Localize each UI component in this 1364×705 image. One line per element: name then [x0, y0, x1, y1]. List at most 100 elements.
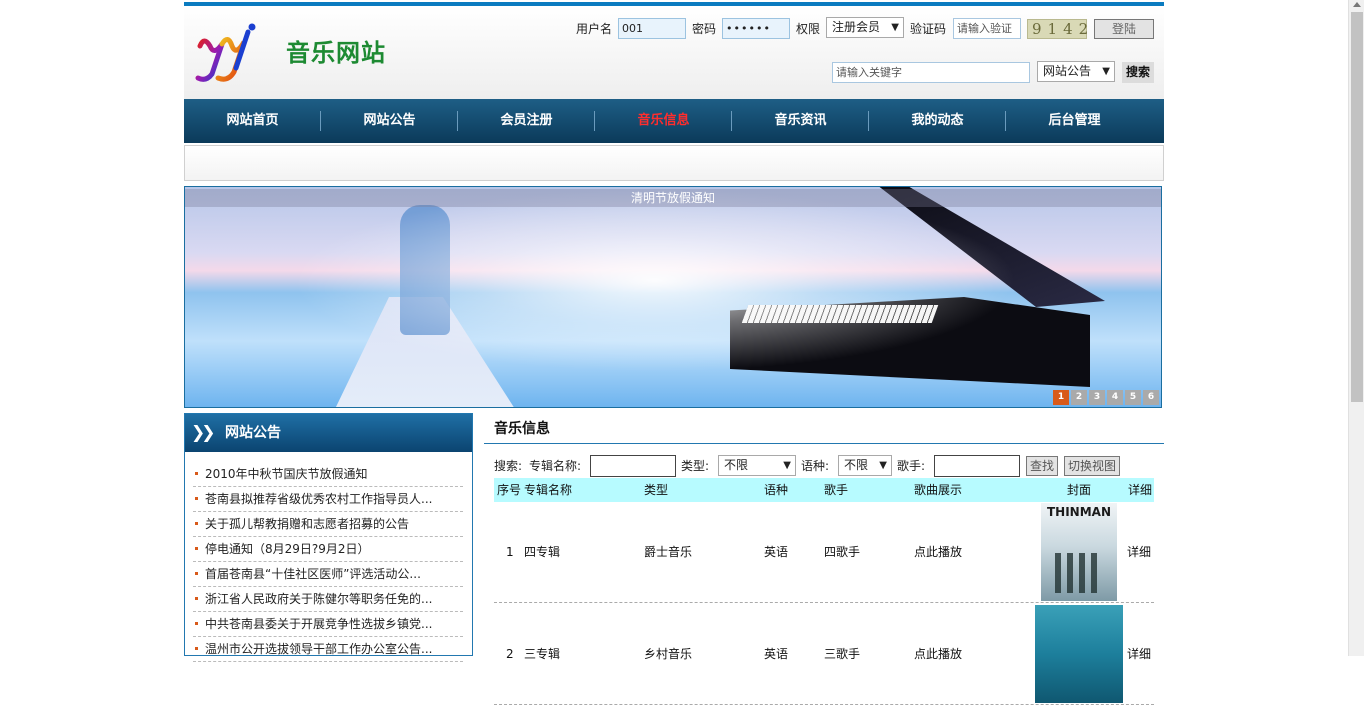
- notice-item[interactable]: 中共苍南县委关于开展竞争性选拔乡镇党...: [193, 612, 463, 637]
- notice-item[interactable]: 温州市公开选拔领导干部工作办公室公告...: [193, 637, 463, 662]
- album-name: 四专辑: [524, 545, 561, 559]
- bullet-icon: [195, 572, 198, 575]
- banner-caption[interactable]: 清明节放假通知: [185, 189, 1161, 207]
- nav-item-music-info[interactable]: 音乐信息: [595, 99, 732, 143]
- find-button[interactable]: 查找: [1026, 456, 1058, 476]
- bullet-icon: [195, 497, 198, 500]
- notice-item[interactable]: 苍南县拟推荐省级优秀农村工作指导员人...: [193, 487, 463, 512]
- column-header: 语种: [764, 483, 789, 497]
- double-chevron-right-icon: ❯❯: [191, 423, 215, 443]
- site-logo[interactable]: [192, 22, 264, 84]
- nav-label: 我的动态: [911, 113, 964, 128]
- album-name-label: 专辑名称:: [529, 459, 582, 473]
- site-title: 音乐网站: [286, 38, 386, 67]
- music-info-header: 音乐信息: [484, 414, 1164, 444]
- play-link[interactable]: 点此播放: [914, 542, 962, 562]
- notice-item[interactable]: 2010年中秋节国庆节放假通知: [193, 462, 463, 487]
- captcha-input[interactable]: 请输入验证: [953, 18, 1021, 39]
- notice-text: 中共苍南县委关于开展竞争性选拔乡镇党...: [205, 617, 433, 631]
- username-field[interactable]: 001: [618, 18, 686, 39]
- nav-label: 会员注册: [500, 113, 553, 128]
- bullet-icon: [195, 622, 198, 625]
- banner-slideshow[interactable]: 清明节放假通知 1 2 3 4 5 6: [184, 186, 1162, 408]
- search-label: 搜索:: [494, 459, 523, 473]
- bullet-icon: [195, 472, 198, 475]
- role-label: 权限: [796, 22, 821, 36]
- header: 音乐网站 用户名 001 密码 •••••• 权限 注册会员 ▼ 验证码 请输入…: [184, 6, 1164, 99]
- username-label: 用户名: [576, 22, 613, 36]
- notice-text: 首届苍南县“十佳社区医师”评选活动公...: [205, 567, 421, 581]
- type-select[interactable]: 不限 ▼: [718, 455, 796, 476]
- singer-input[interactable]: [934, 455, 1020, 477]
- music-type: 爵士音乐: [644, 545, 693, 559]
- vertical-scrollbar[interactable]: [1348, 0, 1364, 656]
- column-header: 封面: [1067, 483, 1092, 497]
- nav-item-notices[interactable]: 网站公告: [321, 99, 458, 143]
- notice-list: 2010年中秋节国庆节放假通知 苍南县拟推荐省级优秀农村工作指导员人... 关于…: [193, 462, 463, 662]
- singer-name: 三歌手: [824, 647, 861, 661]
- play-link[interactable]: 点此播放: [914, 644, 962, 664]
- role-select[interactable]: 注册会员 ▼: [826, 17, 904, 38]
- language-select-value: 不限: [844, 458, 869, 472]
- bullet-icon: [195, 647, 198, 650]
- nav-label: 后台管理: [1048, 113, 1101, 128]
- type-label: 类型:: [681, 459, 710, 473]
- notice-item[interactable]: 关于孤儿帮教捐赠和志愿者招募的公告: [193, 512, 463, 537]
- row-number: 1: [506, 545, 514, 559]
- language-select[interactable]: 不限 ▼: [838, 455, 892, 476]
- nav-label: 音乐资讯: [774, 113, 827, 128]
- notice-text: 关于孤儿帮教捐赠和志愿者招募的公告: [205, 517, 410, 531]
- search-input[interactable]: 请输入关键字: [832, 62, 1030, 83]
- singer-name: 四歌手: [824, 545, 861, 559]
- login-button[interactable]: 登陆: [1094, 19, 1154, 39]
- banner-page-3[interactable]: 3: [1089, 390, 1105, 405]
- nav-item-my-activity[interactable]: 我的动态: [869, 99, 1006, 143]
- password-field[interactable]: ••••••: [722, 18, 790, 39]
- nav-label: 网站公告: [363, 113, 416, 128]
- sidebar-header: ❯❯ 网站公告: [185, 414, 472, 452]
- album-name: 三专辑: [524, 647, 561, 661]
- nav-item-register[interactable]: 会员注册: [458, 99, 595, 143]
- search-button[interactable]: 搜索: [1122, 62, 1154, 83]
- column-header: 专辑名称: [524, 483, 573, 497]
- page: 音乐网站 用户名 001 密码 •••••• 权限 注册会员 ▼ 验证码 请输入…: [184, 0, 1164, 705]
- banner-page-6[interactable]: 6: [1143, 390, 1159, 405]
- album-cover-image[interactable]: THINMAN: [1041, 503, 1117, 601]
- banner-page-5[interactable]: 5: [1125, 390, 1141, 405]
- nav-item-music-news[interactable]: 音乐资讯: [732, 99, 869, 143]
- detail-link[interactable]: 详细: [1127, 542, 1151, 562]
- album-name-input[interactable]: [590, 455, 676, 477]
- music-language: 英语: [764, 647, 789, 661]
- album-cover-image[interactable]: [1035, 605, 1123, 703]
- password-label: 密码: [692, 22, 717, 36]
- switch-view-button[interactable]: 切换视图: [1064, 456, 1120, 476]
- notice-item[interactable]: 停电通知（8月29日?9月2日）: [193, 537, 463, 562]
- chevron-down-icon: ▼: [1102, 66, 1110, 77]
- column-header: 歌曲展示: [914, 483, 963, 497]
- type-select-value: 不限: [724, 458, 749, 472]
- notice-item[interactable]: 首届苍南县“十佳社区医师”评选活动公...: [193, 562, 463, 587]
- row-number: 2: [506, 647, 514, 661]
- table-row: 2 三专辑 乡村音乐 英语 三歌手 点此播放 详细: [494, 604, 1154, 705]
- scrollbar-thumb[interactable]: [1351, 12, 1363, 402]
- nav-item-home[interactable]: 网站首页: [184, 99, 321, 143]
- column-header: 歌手: [824, 483, 849, 497]
- nav-item-admin[interactable]: 后台管理: [1006, 99, 1143, 143]
- chevron-down-icon: ▼: [879, 460, 887, 471]
- bullet-icon: [195, 522, 198, 525]
- banner-page-2[interactable]: 2: [1071, 390, 1087, 405]
- sub-bar: [184, 145, 1164, 181]
- captcha-image[interactable]: 9142: [1027, 19, 1088, 39]
- banner-page-1[interactable]: 1: [1053, 390, 1069, 405]
- language-label: 语种:: [801, 459, 830, 473]
- notice-item[interactable]: 浙江省人民政府关于陈健尔等职务任免的...: [193, 587, 463, 612]
- notice-text: 温州市公开选拔领导干部工作办公室公告...: [205, 642, 433, 656]
- music-info-title: 音乐信息: [494, 421, 550, 437]
- nav-label: 网站首页: [226, 113, 279, 128]
- banner-page-4[interactable]: 4: [1107, 390, 1123, 405]
- banner-pager: 1 2 3 4 5 6: [1053, 390, 1159, 405]
- search-scope-select[interactable]: 网站公告 ▼: [1037, 61, 1115, 82]
- detail-link[interactable]: 详细: [1127, 644, 1151, 664]
- nav-label: 音乐信息: [637, 113, 690, 128]
- scroll-up-arrow-icon[interactable]: [1353, 2, 1361, 7]
